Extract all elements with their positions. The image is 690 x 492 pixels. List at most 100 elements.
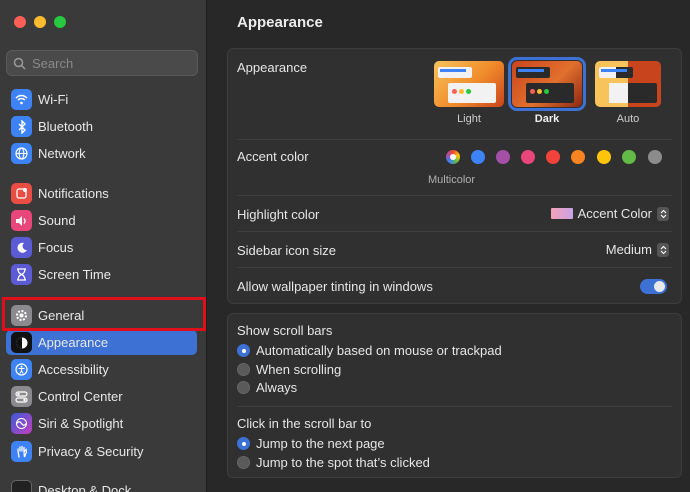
click-scroll-option-next-page[interactable]: Jump to the next page <box>237 436 385 451</box>
sidebar-item-wifi[interactable]: Wi-Fi <box>6 87 197 112</box>
search-input[interactable] <box>32 55 192 71</box>
accent-swatch-red[interactable] <box>546 150 560 164</box>
wallpaper-tinting-toggle[interactable] <box>640 279 667 294</box>
accent-swatch-pink[interactable] <box>521 150 535 164</box>
general-highlight-annotation <box>2 297 206 331</box>
sidebar-item-screen-time[interactable]: Screen Time <box>6 262 197 287</box>
chevron-updown-icon <box>657 242 669 257</box>
sidebar-item-label: Wi-Fi <box>38 92 69 107</box>
scroll-bars-option-always[interactable]: Always <box>237 380 297 395</box>
radio-button[interactable] <box>237 437 250 450</box>
radio-label: Jump to the next page <box>256 436 385 451</box>
accent-caption: Multicolor <box>428 174 476 186</box>
radio-button[interactable] <box>237 363 250 376</box>
bluetooth-icon <box>11 116 32 137</box>
radio-button[interactable] <box>237 344 250 357</box>
accent-swatch-graphite[interactable] <box>648 150 662 164</box>
radio-label: Automatically based on mouse or trackpad <box>256 343 502 358</box>
sidebar-icon-size-label: Sidebar icon size <box>237 243 336 258</box>
sidebar-item-label: Siri & Spotlight <box>38 416 124 431</box>
accent-color-label: Accent color <box>237 149 309 164</box>
radio-button[interactable] <box>237 381 250 394</box>
appearance-option-light[interactable] <box>434 61 504 107</box>
page-title: Appearance <box>237 14 323 31</box>
accent-swatch-blue[interactable] <box>471 150 485 164</box>
sidebar-item-notifications[interactable]: Notifications <box>6 181 197 206</box>
sidebar-item-sound[interactable]: Sound <box>6 208 197 233</box>
sidebar-icon-size-value: Medium <box>605 242 652 257</box>
sidebar-item-bluetooth[interactable]: Bluetooth <box>6 114 197 139</box>
siri-icon <box>11 413 32 434</box>
sidebar-icon-size-select[interactable]: Medium <box>606 242 669 257</box>
highlight-color-label: Highlight color <box>237 207 320 222</box>
hourglass-icon <box>11 264 32 285</box>
highlight-color-select[interactable]: Accent Color <box>550 206 669 221</box>
click-scroll-bar-label: Click in the scroll bar to <box>237 416 372 431</box>
accent-swatch-multicolor[interactable] <box>446 150 460 164</box>
accent-swatch-purple[interactable] <box>496 150 510 164</box>
sidebar-item-label: Sound <box>38 213 76 228</box>
sidebar-item-appearance[interactable]: Appearance <box>6 330 197 355</box>
sidebar-item-label: Network <box>38 146 86 161</box>
sidebar-item-accessibility[interactable]: Accessibility <box>6 357 197 382</box>
radio-label: When scrolling <box>256 362 342 377</box>
highlight-color-value: Accent Color <box>577 206 652 221</box>
sidebar-item-label: Focus <box>38 240 74 255</box>
sidebar-item-label: Appearance <box>38 335 109 350</box>
radio-label: Always <box>256 380 298 395</box>
moon-icon <box>11 237 32 258</box>
scroll-bars-option-automatic[interactable]: Automatically based on mouse or trackpad <box>237 343 502 358</box>
divider <box>237 231 672 232</box>
wifi-icon <box>11 89 32 110</box>
highlight-preview-swatch <box>550 208 573 219</box>
chevron-updown-icon <box>657 206 669 221</box>
scroll-bar-settings-card: Show scroll bars Automatically based on … <box>227 313 682 478</box>
search-field[interactable] <box>6 50 198 76</box>
scroll-bars-option-when-scrolling[interactable]: When scrolling <box>237 362 341 377</box>
sidebar-item-label: Screen Time <box>38 267 111 282</box>
appearance-settings-card: Appearance Light Dark Auto Accent color … <box>227 48 682 304</box>
appearance-option-auto[interactable] <box>595 61 661 107</box>
globe-icon <box>11 143 32 164</box>
sidebar-item-label: Desktop & Dock <box>38 483 132 492</box>
accent-swatch-orange[interactable] <box>571 150 585 164</box>
sidebar-item-network[interactable]: Network <box>6 141 197 166</box>
sidebar-item-desktop-dock[interactable]: Desktop & Dock <box>6 478 197 492</box>
main-pane: Appearance Appearance Light Dark Auto Ac… <box>208 0 690 492</box>
divider <box>237 139 672 140</box>
sidebar-item-privacy-security[interactable]: Privacy & Security <box>6 439 197 464</box>
search-icon <box>13 57 26 70</box>
accent-swatch-green[interactable] <box>622 150 636 164</box>
appearance-option-label: Light <box>457 113 481 125</box>
sidebar-item-control-center[interactable]: Control Center <box>6 384 197 409</box>
appearance-option-label: Auto <box>616 113 640 125</box>
show-scroll-bars-label: Show scroll bars <box>237 323 333 338</box>
accent-swatch-yellow[interactable] <box>597 150 611 164</box>
divider <box>237 195 672 196</box>
minimize-window-button[interactable] <box>34 16 46 28</box>
appearance-label: Appearance <box>237 60 308 75</box>
sidebar-item-label: Notifications <box>38 186 109 201</box>
dock-icon <box>11 480 32 492</box>
window-controls <box>14 16 66 28</box>
sidebar-item-label: Bluetooth <box>38 119 93 134</box>
accessibility-icon <box>11 359 32 380</box>
hand-icon <box>11 441 32 462</box>
sidebar-item-label: Accessibility <box>38 362 109 377</box>
zoom-window-button[interactable] <box>54 16 66 28</box>
appearance-option-dark[interactable] <box>508 57 586 111</box>
divider <box>237 267 672 268</box>
close-window-button[interactable] <box>14 16 26 28</box>
bell-icon <box>11 183 32 204</box>
radio-button[interactable] <box>237 456 250 469</box>
sidebar: Wi-Fi Bluetooth Network Notifications So… <box>0 0 207 492</box>
radio-label: Jump to the spot that’s clicked <box>256 455 430 470</box>
appearance-icon <box>11 332 32 353</box>
sidebar-item-focus[interactable]: Focus <box>6 235 197 260</box>
control-center-icon <box>11 386 32 407</box>
sidebar-item-label: Privacy & Security <box>38 444 144 459</box>
appearance-option-label: Dark <box>534 113 560 125</box>
click-scroll-option-spot-clicked[interactable]: Jump to the spot that’s clicked <box>237 455 430 470</box>
sidebar-item-siri-spotlight[interactable]: Siri & Spotlight <box>6 411 197 436</box>
speaker-icon <box>11 210 32 231</box>
